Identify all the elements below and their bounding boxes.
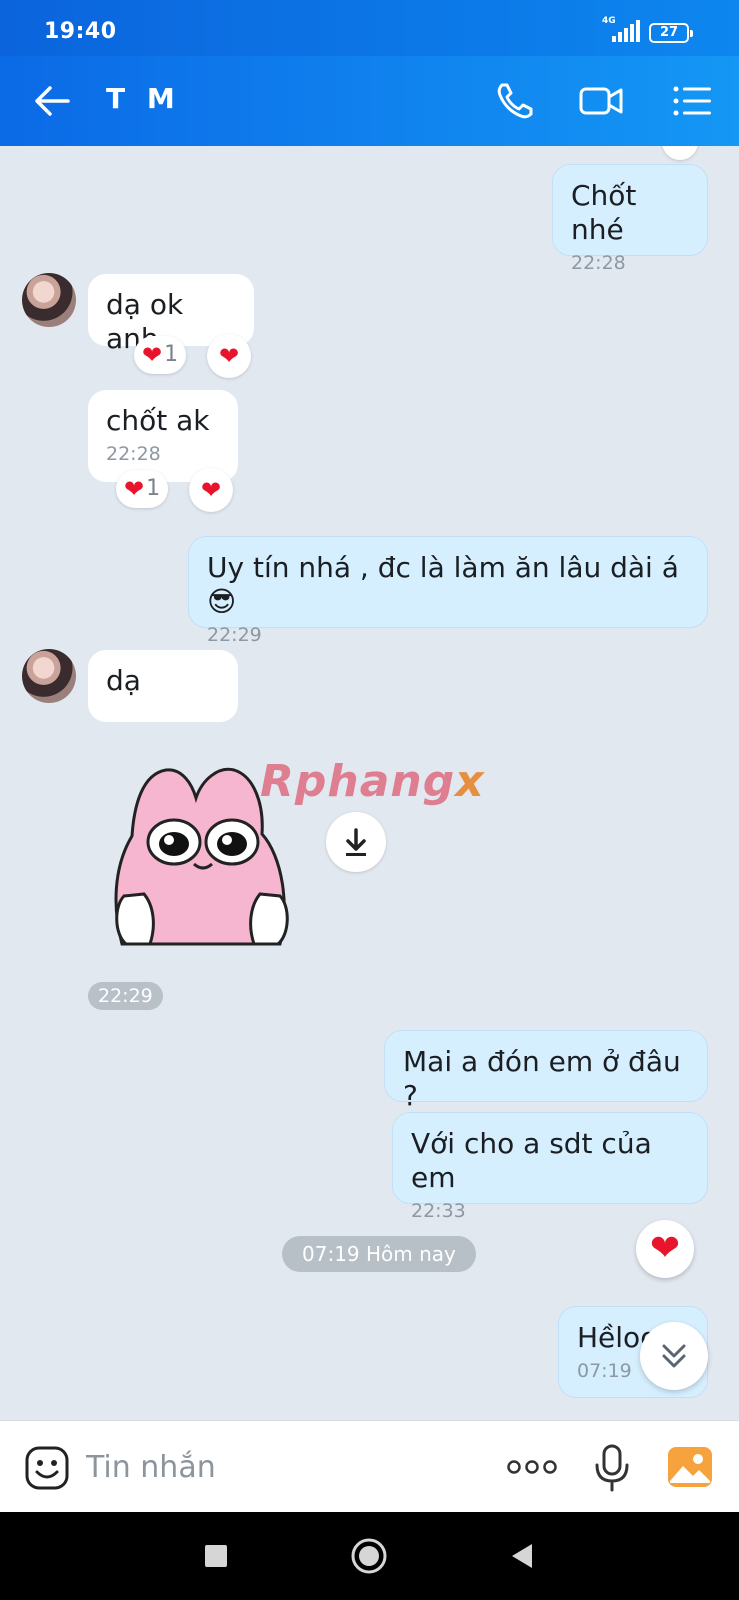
message-text: Chốt nhé — [571, 179, 637, 246]
outgoing-message[interactable]: Chốt nhé 22:28 — [552, 164, 708, 274]
image-gallery-icon[interactable] — [666, 1443, 714, 1491]
message-text: chốt ak — [106, 404, 210, 437]
date-separator: 07:19 Hôm nay — [282, 1236, 476, 1272]
message-list[interactable]: Chốt nhé 22:28 dạ ok anh ❤ 1 ❤ chốt ak 2… — [0, 146, 739, 1420]
sticker-time: 22:29 — [88, 982, 163, 1010]
reaction-summary[interactable]: ❤ 1 — [134, 336, 187, 374]
message-time: 22:33 — [411, 1200, 466, 1222]
home-icon[interactable] — [343, 1530, 395, 1582]
heart-icon: ❤ — [218, 342, 240, 370]
contact-avatar[interactable] — [22, 273, 76, 327]
download-icon[interactable] — [326, 812, 386, 872]
back-arrow-icon[interactable] — [30, 78, 76, 124]
composer-bar — [0, 1420, 739, 1512]
system-navigation-bar — [0, 1512, 739, 1600]
reaction-count: 1 — [164, 342, 179, 367]
reaction-button[interactable] — [662, 146, 698, 160]
menu-list-icon[interactable] — [670, 78, 716, 124]
heart-react-button[interactable]: ❤ — [207, 334, 251, 378]
message-time: 22:28 — [106, 443, 161, 465]
contact-name[interactable]: T M — [106, 82, 181, 115]
message-text: dạ — [106, 664, 141, 697]
video-call-icon[interactable] — [578, 78, 624, 124]
message-input[interactable] — [86, 1445, 466, 1489]
outgoing-message[interactable]: Với cho a sdt của em 22:33 — [392, 1112, 708, 1222]
heart-icon: ❤ — [200, 476, 222, 504]
back-icon[interactable] — [496, 1530, 548, 1582]
message-text: Với cho a sdt của em — [411, 1127, 652, 1194]
message-time: 22:29 — [207, 624, 262, 646]
reaction-summary[interactable]: ❤ 1 — [116, 470, 169, 508]
status-time: 19:40 — [44, 19, 117, 44]
heart-react-button[interactable]: ❤ — [189, 468, 233, 512]
microphone-icon[interactable] — [592, 1443, 632, 1493]
message-text: Mai a đón em ở đâu ? — [403, 1045, 681, 1112]
heart-icon: ❤ — [649, 1228, 681, 1269]
contact-avatar[interactable] — [22, 649, 76, 703]
outgoing-message[interactable]: Mai a đón em ở đâu ? — [384, 1030, 708, 1112]
heart-react-button[interactable]: ❤ — [636, 1220, 694, 1278]
heart-icon: ❤ — [142, 341, 163, 369]
message-text: Uy tín nhá , đc là làm ăn lâu dài á 😎 — [207, 551, 679, 618]
watermark-text: Rphangx — [260, 756, 485, 807]
reaction-count: 1 — [146, 476, 161, 501]
message-time: 22:28 — [571, 252, 626, 274]
battery-icon: 27 — [649, 23, 693, 43]
outgoing-message[interactable]: Uy tín nhá , đc là làm ăn lâu dài á 😎 22… — [188, 536, 708, 646]
chat-header: T M — [0, 56, 739, 146]
signal-icon — [612, 20, 640, 42]
more-options-icon[interactable] — [506, 1451, 558, 1483]
scroll-down-icon[interactable] — [640, 1322, 708, 1390]
status-bar: 19:40 4G 27 — [0, 0, 739, 56]
sticker-emoji-icon[interactable] — [24, 1445, 70, 1491]
recent-apps-icon[interactable] — [190, 1530, 242, 1582]
heart-icon: ❤ — [124, 475, 145, 503]
phone-icon[interactable] — [492, 78, 538, 124]
incoming-message[interactable]: dạ — [88, 650, 238, 722]
